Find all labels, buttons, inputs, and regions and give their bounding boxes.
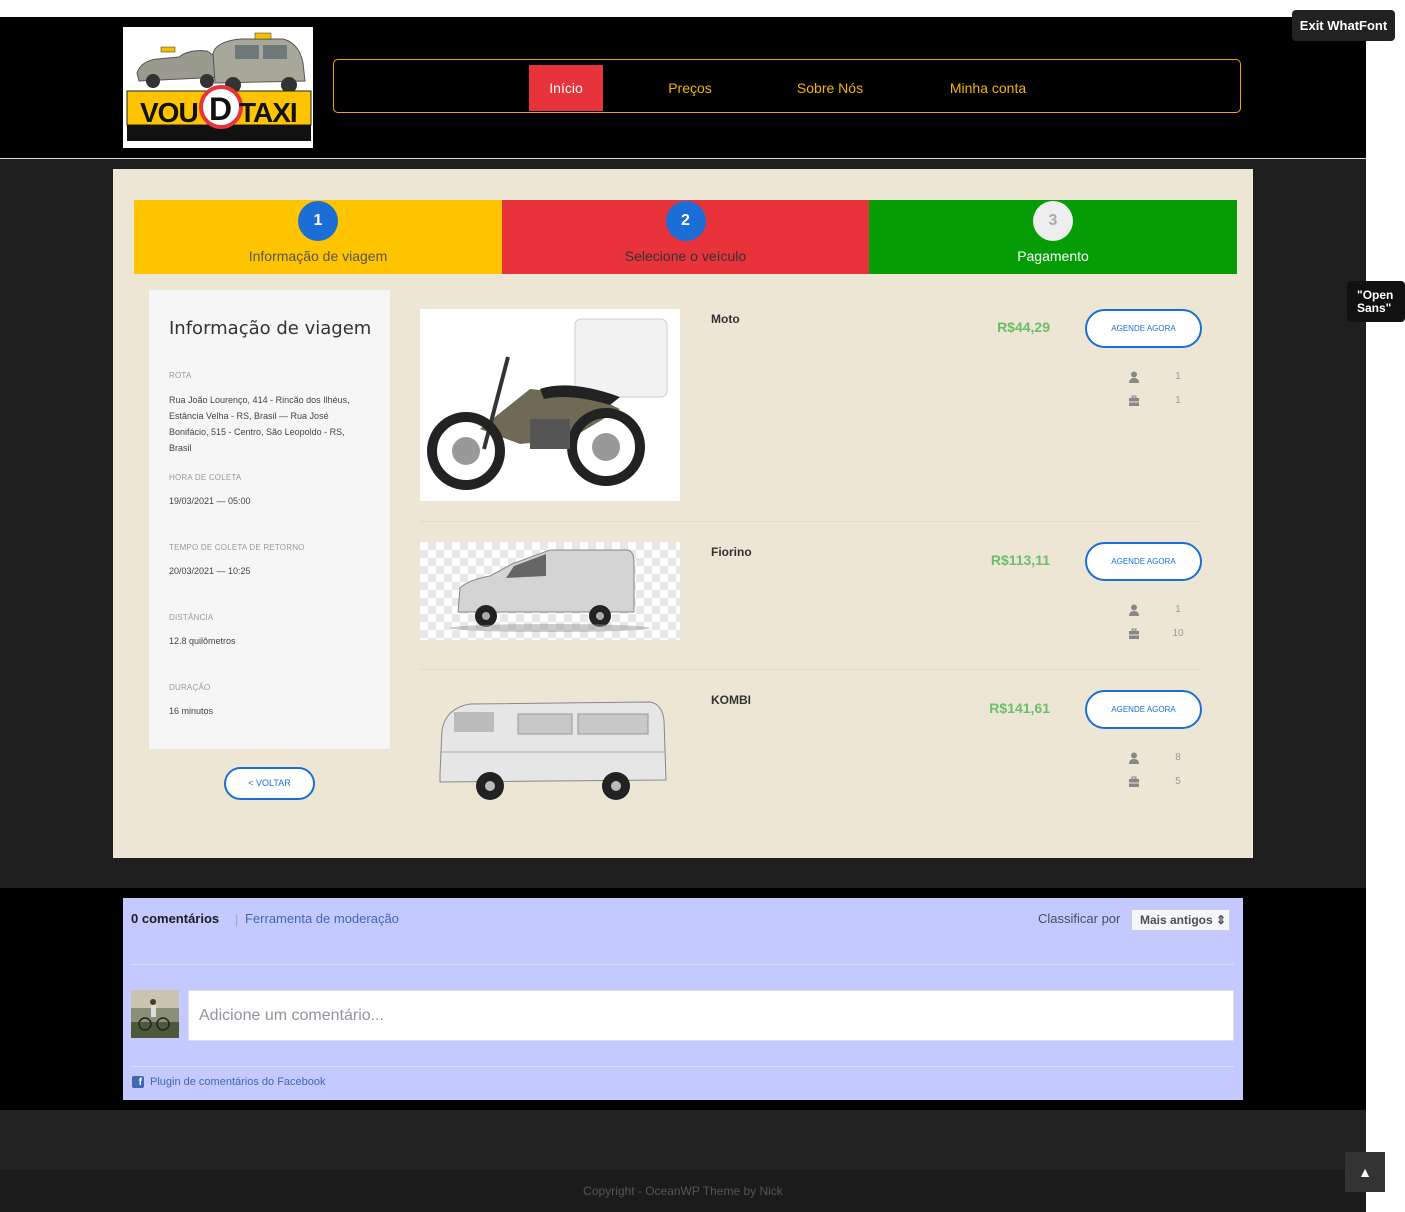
- vehicle-image-fiorino: [420, 542, 680, 640]
- vehicle-image-moto: [420, 309, 680, 501]
- nav-minha-conta[interactable]: Minha conta: [928, 65, 1048, 111]
- step-2-number: 2: [665, 201, 706, 241]
- main-nav: Início Preços Sobre Nós Minha conta: [333, 59, 1241, 113]
- luggage-icon: [1129, 395, 1139, 406]
- vehicle-price-fiorino: R$113,11: [990, 552, 1050, 568]
- taxi-logo-graphic: [123, 27, 313, 148]
- vehicle-price-kombi: R$141,61: [989, 700, 1050, 716]
- return-value: 20/03/2021 — 10:25: [169, 566, 251, 576]
- comments-divider: [131, 964, 1234, 965]
- avatar: [131, 990, 179, 1038]
- logo-text-right: TAXI: [239, 97, 298, 128]
- book-now-button-kombi[interactable]: AGENDE AGORA: [1085, 690, 1202, 729]
- book-now-button-moto[interactable]: AGENDE AGORA: [1085, 309, 1202, 348]
- passenger-count-fiorino: 1: [1175, 604, 1181, 615]
- step-2[interactable]: 2 Selecione o veículo: [502, 200, 869, 274]
- vehicle-price-moto: R$44,29: [997, 319, 1050, 335]
- site-logo[interactable]: VOU D TAXI: [123, 27, 313, 148]
- step-2-label: Selecione o veículo: [624, 248, 747, 264]
- step-3[interactable]: 3 Pagamento: [869, 200, 1237, 274]
- step-3-number: 3: [1033, 201, 1073, 241]
- top-strip: [0, 0, 1405, 17]
- trip-info-title: Informação de viagem: [169, 318, 372, 339]
- logo-text-d: D: [209, 91, 233, 127]
- trip-info-panel: Informação de viagem ROTA Rua João Loure…: [149, 290, 390, 749]
- moderation-tool-link[interactable]: Ferramenta de moderação: [245, 911, 399, 926]
- comment-separator: |: [235, 912, 239, 927]
- whatfont-tooltip: "Open Sans": [1347, 281, 1405, 322]
- kombi-icon: [439, 701, 667, 800]
- back-button[interactable]: < VOLTAR: [224, 767, 315, 800]
- vehicle-name-kombi: KOMBI: [711, 693, 751, 707]
- scroll-to-top-button[interactable]: ▲: [1345, 1152, 1385, 1192]
- van-icon: [450, 549, 650, 632]
- motorcycle-icon: [427, 318, 668, 490]
- luggage-icon: [1129, 628, 1139, 639]
- return-label: TEMPO DE COLETA DE RETORNO: [169, 543, 305, 552]
- passenger-count-kombi: 8: [1175, 752, 1181, 763]
- book-now-button-fiorino[interactable]: AGENDE AGORA: [1085, 542, 1202, 581]
- nav-precos[interactable]: Preços: [650, 65, 730, 111]
- vehicle-divider: [420, 669, 1200, 670]
- step-3-label: Pagamento: [1017, 248, 1089, 264]
- distance-value: 12.8 quilômetros: [169, 636, 236, 646]
- pickup-value: 19/03/2021 — 05:00: [169, 496, 251, 506]
- passenger-count-moto: 1: [1175, 371, 1181, 382]
- vehicle-name-fiorino: Fiorino: [711, 545, 752, 559]
- comment-count: 0 comentários: [131, 911, 220, 926]
- distance-label: DISTÂNCIA: [169, 613, 214, 622]
- footer-widgets: [0, 1110, 1366, 1170]
- copyright-text: Copyright - OceanWP Theme by Nick: [583, 1184, 783, 1198]
- route-label: ROTA: [169, 371, 192, 380]
- luggage-count-moto: 1: [1175, 395, 1181, 406]
- luggage-count-kombi: 5: [1175, 776, 1181, 787]
- vehicle-image-kombi: [420, 690, 680, 810]
- step-1-number: 1: [298, 201, 338, 241]
- vehicle-divider: [420, 521, 1200, 522]
- vehicle-name-moto: Moto: [711, 312, 740, 326]
- sort-select[interactable]: Mais antigos ⇕: [1131, 909, 1230, 931]
- comment-input[interactable]: Adicione um comentário...: [188, 990, 1234, 1041]
- nav-inicio[interactable]: Início: [529, 65, 603, 111]
- duration-value: 16 minutos: [169, 706, 214, 716]
- luggage-icon: [1129, 776, 1139, 787]
- sort-label: Classificar por: [1038, 911, 1121, 926]
- facebook-icon: f: [132, 1076, 144, 1088]
- exit-whatfont-button[interactable]: Exit WhatFont: [1292, 10, 1395, 41]
- comments-divider: [131, 1066, 1234, 1067]
- step-1-label: Informação de viagem: [248, 248, 388, 264]
- route-value: Rua João Lourenço, 414 - Rincão dos Ilhé…: [169, 395, 350, 453]
- passenger-icon: [1129, 604, 1139, 616]
- pickup-label: HORA DE COLETA: [169, 473, 242, 482]
- avatar-photo: [131, 990, 179, 1038]
- facebook-plugin-link[interactable]: Plugin de comentários do Facebook: [150, 1076, 326, 1088]
- step-1[interactable]: 1 Informação de viagem: [134, 200, 502, 274]
- logo-text-left: VOU: [140, 97, 199, 128]
- luggage-count-fiorino: 10: [1172, 628, 1184, 639]
- duration-label: DURAÇÃO: [169, 683, 211, 692]
- passenger-icon: [1129, 752, 1139, 764]
- nav-sobre-nos[interactable]: Sobre Nós: [778, 65, 882, 111]
- passenger-icon: [1129, 371, 1139, 383]
